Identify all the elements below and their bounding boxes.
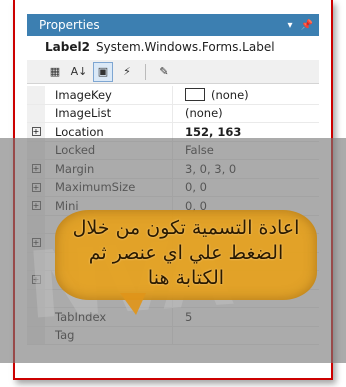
expand-icon[interactable]: + [31,127,41,137]
bubble-line-1: اعادة التسمية تكون من خلال [72,217,300,239]
categorized-icon[interactable]: ▦ [45,62,65,82]
property-value-text: 152, 163 [185,124,242,139]
property-value-text: (none) [211,87,249,102]
property-value[interactable]: 152, 163 [173,125,319,139]
title-bar-controls: ▾ 📌 [288,20,319,31]
object-selector[interactable]: Label2 System.Windows.Forms.Label [27,36,319,58]
row-gutter [27,104,45,122]
properties-toolbar: ▦ A↓ ▣ ⚡ ✎ [27,60,319,84]
toolbar-separator [145,63,146,80]
property-name: ImageKey [45,86,173,104]
property-value-text: (none) [185,106,223,121]
properties-icon[interactable]: ▣ [93,61,113,82]
pin-icon[interactable]: 📌 [301,20,313,31]
row-gutter [27,86,45,104]
property-name: ImageList [45,104,173,122]
image-swatch [185,88,205,102]
bubble-line-3: الكتابة هنا [147,267,225,289]
speech-bubble-tail [120,293,146,315]
alphabetical-icon[interactable]: A↓ [69,62,89,82]
object-type: System.Windows.Forms.Label [95,40,275,54]
dropdown-arrow-icon[interactable]: ▾ [288,20,293,31]
panel-title: Properties [39,18,100,32]
object-name: Label2 [45,40,90,54]
properties-title-bar: Properties ▾ 📌 [27,14,319,36]
property-row[interactable]: ImageList (none) [27,104,319,123]
events-icon[interactable]: ⚡ [117,62,137,82]
bubble-line-2: الضغط علي اي عنصر ثم [88,242,284,264]
property-pages-icon[interactable]: ✎ [154,62,174,82]
speech-bubble-text: اعادة التسمية تكون من خلال الضغط علي اي … [55,216,317,291]
property-row[interactable]: ImageKey (none) [27,86,319,105]
property-value[interactable]: (none) [173,106,319,120]
property-value[interactable]: (none) [173,88,319,102]
